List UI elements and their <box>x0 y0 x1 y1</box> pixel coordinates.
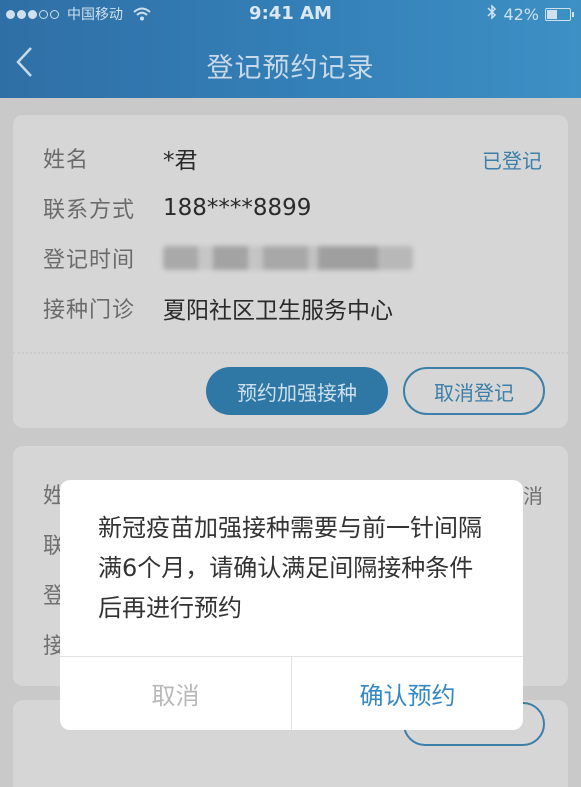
contact-value: 188****8899 <box>163 195 312 221</box>
status-bar: 中国移动 9:41 AM 42% <box>0 0 581 28</box>
record-card: 姓名 *君 已登记 联系方式 188****8899 登记时间 接种门诊 夏阳社… <box>13 115 568 428</box>
dialog-cancel-button[interactable]: 取消 <box>60 657 291 730</box>
dialog-message: 新冠疫苗加强接种需要与前一针间隔满6个月，请确认满足间隔接种条件后再进行预约 <box>98 514 482 622</box>
confirm-dialog: 新冠疫苗加强接种需要与前一针间隔满6个月，请确认满足间隔接种条件后再进行预约 取… <box>60 480 523 730</box>
contact-row: 联系方式 188****8899 <box>43 191 311 225</box>
page-title: 登记预约记录 <box>206 53 375 84</box>
clinic-row: 接种门诊 夏阳社区卫生服务中心 <box>43 291 393 325</box>
contact-label: 联系方式 <box>43 198 136 223</box>
name-value: *君 <box>163 148 198 174</box>
time-label: 登记时间 <box>43 248 136 273</box>
battery-icon <box>545 7 574 21</box>
blurred-time-value <box>163 246 413 270</box>
cancel-registration-button[interactable]: 取消登记 <box>403 367 545 415</box>
status-partial: 消 <box>523 484 543 508</box>
name-row: 姓名 *君 <box>43 141 198 175</box>
book-booster-button[interactable]: 预约加强接种 <box>206 367 388 415</box>
time-row: 登记时间 <box>43 241 413 275</box>
status-badge: 已登记 <box>482 149 542 173</box>
status-right: 42% <box>487 4 574 24</box>
clinic-label: 接种门诊 <box>43 298 136 323</box>
dialog-confirm-button[interactable]: 确认预约 <box>292 657 523 730</box>
name-label: 姓名 <box>43 148 90 173</box>
card-divider <box>13 352 568 354</box>
bluetooth-icon <box>487 4 497 24</box>
app-header: 中国移动 9:41 AM 42% 登记预约记录 <box>0 0 581 98</box>
clinic-value: 夏阳社区卫生服务中心 <box>163 298 393 324</box>
battery-fill <box>547 9 558 19</box>
battery-percent: 42% <box>503 4 539 24</box>
